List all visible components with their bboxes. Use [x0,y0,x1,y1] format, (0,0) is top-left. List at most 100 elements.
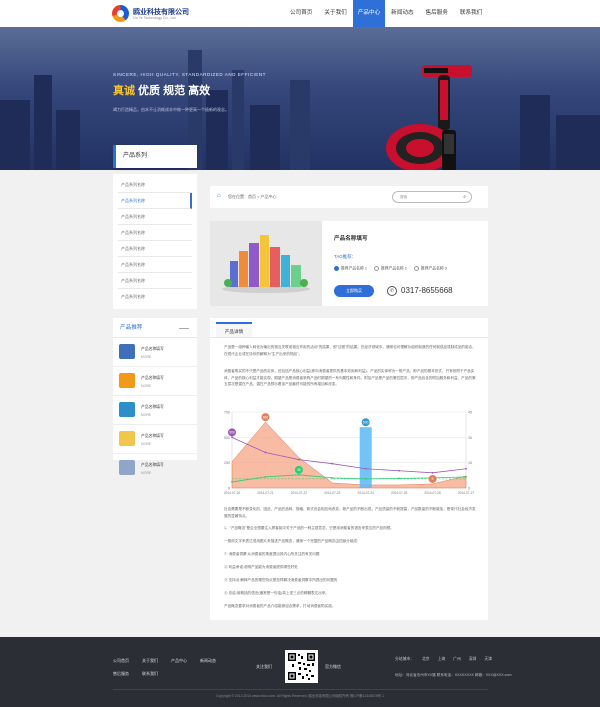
recommended-item-name[interactable]: 产品名称填写 [141,347,164,352]
city-link[interactable]: 天津 [484,657,492,662]
y-tick-label-left: 250 [224,461,230,465]
recommended-item-name[interactable]: 产品名称填写 [141,463,164,468]
line-point [398,477,401,480]
product-thumb-image[interactable] [119,344,135,359]
footer-link[interactable]: 产品中心 [171,658,200,664]
recommended-item-more[interactable]: MORE [141,384,151,388]
option-radio[interactable]: 推荐产品名称 1 [334,266,367,272]
tab-product-detail[interactable]: 产品详情 [216,322,252,337]
phone-icon: ✆ [387,286,397,296]
category-item[interactable]: 产品系列名称 [118,257,192,273]
recommended-item-more[interactable]: MORE [141,413,151,417]
search-icon[interactable]: ⌕ [463,194,466,200]
recommended-products: 产品推荐 产品名称填写 MORE 产品名称填写 MORE 产品名称填写 MORE… [113,318,197,475]
nav-item-products[interactable]: 产品中心 [352,0,386,27]
option-radio[interactable]: 推荐产品名称 2 [374,266,407,272]
footer-link[interactable]: 公司首页 [113,658,142,664]
product-thumb-image[interactable] [119,431,135,446]
category-list: 产品系列名称 产品系列名称 产品系列名称 产品系列名称 产品系列名称 产品系列名… [113,174,197,309]
category-item[interactable]: 产品系列名称 [118,177,192,193]
y-tick-label-right: 0 [468,487,470,491]
nav-item-contact[interactable]: 联系我们 [454,0,488,27]
recommended-title: 产品推荐 [113,318,197,338]
city-link[interactable]: 广州 [453,657,461,662]
detail-list-item: ② 利益承诺:说明产品能为消费者提供哪些好处 [224,565,298,569]
detail-list-item: 产品概念要求对消费者的产品介绍能够迎合需求，打动消费者购买欲。 [224,604,336,608]
footer-link[interactable]: 新闻动态 [200,658,229,664]
recommended-item[interactable]: 产品名称填写 MORE [113,425,197,454]
y-tick-label-right: 15 [468,461,472,465]
breadcrumb-text[interactable]: 您在位置：首页 > 产品中心 [228,194,277,200]
option-radio[interactable]: 推荐产品名称 3 [414,266,447,272]
category-item-active[interactable]: 产品系列名称 [118,193,192,209]
contact-phone: 0317-8655668 [401,286,453,295]
footer-link[interactable]: 联系我们 [142,671,171,677]
line-point [398,469,401,472]
category-item[interactable]: 产品系列名称 [118,225,192,241]
product-card: 产品名称填写 TAG推荐： 推荐产品名称 1 推荐产品名称 2 推荐产品名称 3… [210,221,488,306]
nav-item-home[interactable]: 公司首页 [284,0,318,27]
y-tick-label-left: 0 [228,487,230,491]
nav-item-service[interactable]: 售后服务 [420,0,454,27]
data-marker-label: 5 [432,477,434,481]
x-tick-label: 2014-07-24 [358,491,375,495]
x-tick-label: 2014-07-21 [257,491,274,495]
category-item[interactable]: 产品系列名称 [118,273,192,289]
category-item[interactable]: 产品系列名称 [118,241,192,257]
site-footer: 公司首页 关于我们 产品中心 新闻动态 售后服务 联系我们 关注我们 官方微信 … [0,637,600,707]
footer-link[interactable]: 售后服务 [113,671,142,677]
data-marker-label: 600 [363,421,369,425]
footer-link[interactable]: 关于我们 [142,658,171,664]
recommended-item-name[interactable]: 产品名称填写 [141,405,164,410]
line-point [264,451,267,454]
sales-chart: 750 45 500 30 250 15 0 0 650 500 600 30 5 2014-07-20 2… [224,411,475,496]
detail-list-item: 1、"产品概念"是企业想要注入顾客脑中关于产品的一种主观意念，它是用消费者的语言… [224,526,394,530]
product-name: 产品名称填写 [334,236,368,242]
banner-slogan-cn: 真诚 优质 规范 高效 [113,85,211,97]
product-thumb-image[interactable] [119,460,135,475]
line-point [264,475,267,478]
recommended-item-more[interactable]: MORE [141,355,151,359]
category-item[interactable]: 产品系列名称 [118,289,192,305]
hero-banner: SINCERE, HIGH QUALITY, STANDARDIZED AND … [0,27,600,170]
x-tick-label: 2014-07-22 [291,491,308,495]
recommended-item-more[interactable]: MORE [141,471,151,475]
nav-item-about[interactable]: 关于我们 [318,0,352,27]
x-tick-label: 2014-07-27 [458,491,475,495]
line-point [431,471,434,474]
line-point [231,481,233,483]
x-tick-label: 2014-07-23 [324,491,341,495]
company-logo-icon[interactable] [112,5,129,22]
buy-now-button[interactable]: 立即购买 [334,285,374,297]
recommended-item[interactable]: 产品名称填写 MORE [113,367,197,396]
recommended-item-more[interactable]: MORE [141,442,151,446]
recommended-item[interactable]: 产品名称填写 MORE [113,454,197,483]
footer-address: 地址：河北省沧州市XX路 联系电话：XXXXXXXX 邮箱：XXX@XXX.co… [395,673,512,677]
recommended-item[interactable]: 产品名称填写 MORE [113,396,197,425]
tag-label: TAG推荐： [334,254,356,259]
city-link[interactable]: 上海 [438,657,446,662]
recommended-item-name[interactable]: 产品名称填写 [141,434,164,439]
city-label: 分站城市： [395,657,414,661]
x-tick-label: 2014-07-20 [224,491,241,495]
x-tick-label: 2014-07-25 [391,491,408,495]
nav-item-news[interactable]: 新闻动态 [385,0,419,27]
search-input[interactable]: 搜索 ⌕ [392,191,472,203]
recommended-item[interactable]: 产品名称填写 MORE [113,338,197,367]
city-link[interactable]: 深圳 [469,657,477,662]
line-point [465,475,467,478]
y-tick-label-right: 45 [468,411,472,415]
wechat-qr-code [285,650,318,683]
y-tick-label-left: 750 [224,411,230,415]
data-marker-label: 500 [229,431,235,435]
sidebar-title: 产品系列 [113,145,197,168]
product-thumb-image[interactable] [119,402,135,417]
city-link[interactable]: 北京 [422,657,430,662]
detail-list-item: 一般用文字来表达或用图片来描述产品概念，通常一个完整的产品概念由四部分组成： [224,539,361,543]
line-point [231,436,233,439]
official-wechat-label: 官方微信 [325,664,341,669]
detail-list-item: ③ 支持点:解释产品的哪些特点是怎样解决消费者洞察中所提出的问题的 [224,578,338,582]
recommended-item-name[interactable]: 产品名称填写 [141,376,164,381]
product-thumb-image[interactable] [119,373,135,388]
category-item[interactable]: 产品系列名称 [118,209,192,225]
